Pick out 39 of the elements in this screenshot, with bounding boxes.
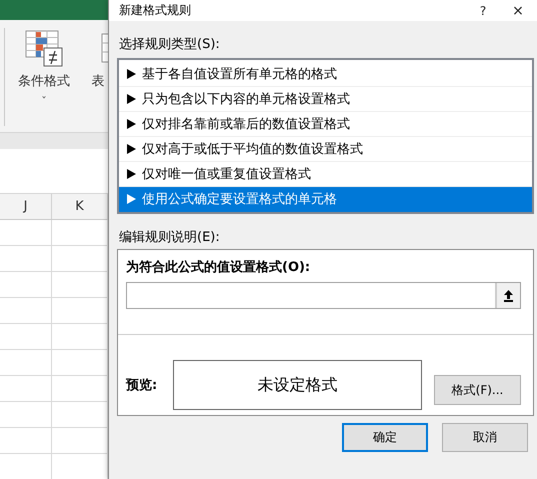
cancel-button[interactable]: 取消 [442, 423, 528, 452]
spreadsheet-cell[interactable] [0, 298, 52, 324]
triangle-icon [127, 144, 136, 154]
ribbon-button[interactable]: 条件格式 ˇ [13, 28, 75, 126]
rule-type-item[interactable]: 仅对高于或低于平均值的数值设置格式 [119, 137, 532, 162]
spreadsheet-cell[interactable] [0, 324, 52, 350]
ribbon-button[interactable]: 表 [85, 28, 108, 126]
close-button[interactable]: × [498, 0, 537, 20]
preview-box: 未设定格式 [173, 360, 422, 410]
triangle-icon [127, 169, 136, 179]
dialog-title: 新建格式规则 [119, 2, 192, 19]
triangle-icon [127, 119, 136, 129]
formula-label: 为符合此公式的值设置格式(O): [126, 259, 312, 276]
preview-label: 预览: [126, 377, 158, 394]
format-button[interactable]: 格式(F)... [434, 375, 521, 405]
section-label: 选择规则类型(S): [119, 36, 221, 54]
spreadsheet-cell[interactable] [0, 428, 52, 454]
spreadsheet-cell[interactable] [0, 272, 52, 298]
spreadsheet-cell[interactable] [0, 246, 52, 272]
conditional-format-icon [25, 30, 63, 68]
upload-arrow-icon [504, 290, 513, 302]
triangle-icon [127, 94, 136, 104]
help-button[interactable]: ? [468, 0, 498, 20]
spreadsheet-cell[interactable] [0, 350, 52, 376]
rule-type-item[interactable]: 使用公式确定要设置格式的单元格 [119, 187, 532, 212]
column-header[interactable]: J [0, 194, 52, 219]
collapse-button[interactable] [495, 283, 520, 308]
triangle-icon [127, 194, 136, 204]
section-label: 编辑规则说明(E): [119, 229, 221, 247]
triangle-icon [127, 69, 136, 79]
spreadsheet-cell[interactable] [0, 402, 52, 428]
dropdown-caret: ˇ [41, 96, 47, 108]
spreadsheet-cell[interactable] [0, 376, 52, 402]
rule-type-item[interactable]: 仅对排名靠前或靠后的数值设置格式 [119, 112, 532, 137]
formula-field[interactable] [126, 282, 521, 309]
rule-type-item[interactable]: 基于各自值设置所有单元格的格式 [119, 62, 532, 87]
rule-type-item[interactable]: 只为包含以下内容的单元格设置格式 [119, 87, 532, 112]
spreadsheet-cell[interactable] [0, 220, 52, 246]
ok-button[interactable]: 确定 [342, 423, 428, 452]
